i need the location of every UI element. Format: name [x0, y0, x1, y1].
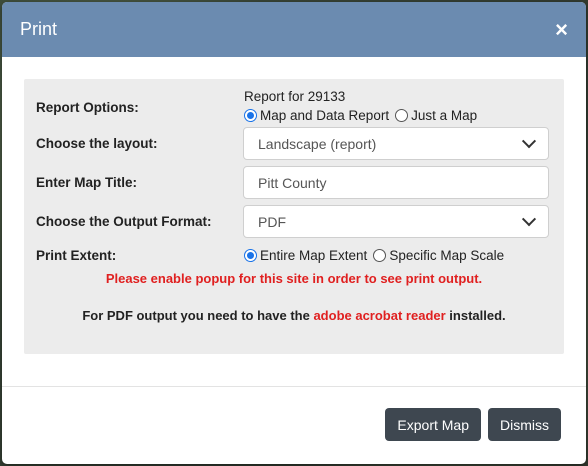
- print-extent-label: Print Extent:: [36, 248, 117, 263]
- layout-select[interactable]: Landscape (report): [243, 127, 549, 160]
- acrobat-reader-link[interactable]: adobe acrobat reader: [313, 308, 445, 323]
- report-type-radios: Map and Data Report Just a Map: [244, 108, 550, 123]
- report-options-row: Report Options: Report for 29133 Map and…: [36, 89, 552, 123]
- pdf-info: For PDF output you need to have the adob…: [36, 308, 552, 323]
- print-extent-radios: Entire Map Extent Specific Map Scale: [244, 248, 550, 263]
- dialog-title: Print: [20, 19, 58, 39]
- radio-entire-map-extent[interactable]: Entire Map Extent: [244, 248, 367, 263]
- radio-button-selected[interactable]: [244, 109, 257, 122]
- radio-button[interactable]: [373, 249, 387, 262]
- radio-button-selected[interactable]: [244, 249, 257, 262]
- export-map-button[interactable]: Export Map: [385, 408, 481, 441]
- radio-map-and-data-report[interactable]: Map and Data Report: [244, 108, 389, 123]
- map-title-row: Enter Map Title: Pitt County: [36, 166, 552, 199]
- dialog-header: Print ×: [2, 2, 586, 57]
- dialog-body: Report Options: Report for 29133 Map and…: [2, 57, 586, 387]
- radio-just-a-map[interactable]: Just a Map: [395, 108, 477, 123]
- radio-label: Entire Map Extent: [260, 248, 368, 263]
- print-extent-row: Print Extent: Entire Map Extent Specific…: [36, 248, 552, 263]
- dialog-footer: Export Map Dismiss: [385, 408, 561, 441]
- report-for-text: Report for 29133: [244, 89, 346, 104]
- layout-row: Choose the layout: Landscape (report): [36, 127, 552, 160]
- output-format-select[interactable]: PDF: [243, 205, 549, 238]
- print-extent-control: Entire Map Extent Specific Map Scale: [243, 248, 550, 263]
- output-format-label: Choose the Output Format:: [36, 214, 212, 229]
- radio-label: Just a Map: [411, 108, 478, 123]
- output-format-value: PDF: [258, 213, 286, 230]
- layout-label: Choose the layout:: [36, 136, 158, 151]
- layout-control: Landscape (report): [243, 127, 549, 160]
- chevron-down-icon: [521, 133, 537, 148]
- output-format-control: PDF: [243, 205, 549, 238]
- print-options-panel: Report Options: Report for 29133 Map and…: [24, 79, 564, 354]
- layout-value: Landscape (report): [258, 135, 377, 152]
- popup-warning: Please enable popup for this site in ord…: [105, 271, 483, 286]
- report-options-label: Report Options:: [36, 100, 139, 115]
- chevron-down-icon: [521, 211, 537, 226]
- pdf-info-prefix: For PDF output you need to have the: [82, 308, 310, 323]
- radio-specific-map-scale[interactable]: Specific Map Scale: [373, 248, 504, 263]
- pdf-info-suffix: installed.: [449, 308, 506, 323]
- map-title-label: Enter Map Title:: [36, 175, 138, 190]
- map-title-input[interactable]: Pitt County: [243, 166, 549, 199]
- radio-label: Map and Data Report: [260, 108, 390, 123]
- radio-button[interactable]: [395, 109, 409, 122]
- report-options-control: Report for 29133 Map and Data Report Jus…: [243, 89, 550, 123]
- map-title-control: Pitt County: [243, 166, 549, 199]
- close-icon[interactable]: ×: [555, 18, 568, 41]
- dismiss-button[interactable]: Dismiss: [488, 408, 561, 441]
- map-title-value: Pitt County: [258, 174, 327, 191]
- footer-divider: [2, 386, 586, 387]
- radio-label: Specific Map Scale: [389, 248, 505, 263]
- output-format-row: Choose the Output Format: PDF: [36, 205, 552, 238]
- print-dialog: Print × Report Options: Report for 29133…: [2, 2, 586, 464]
